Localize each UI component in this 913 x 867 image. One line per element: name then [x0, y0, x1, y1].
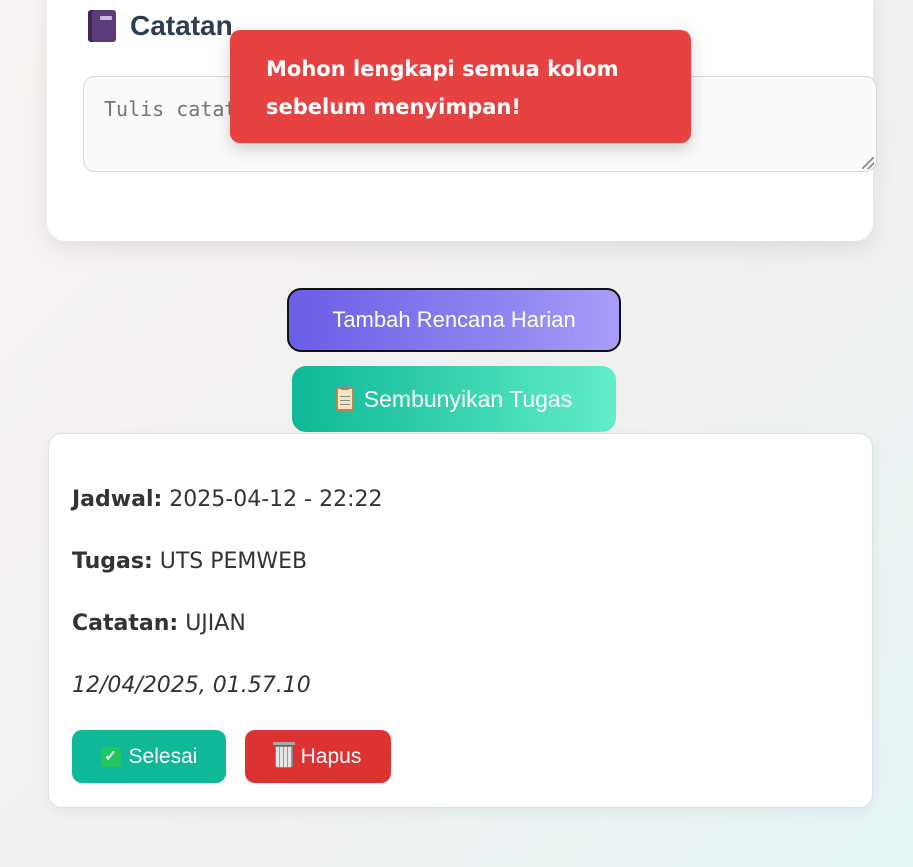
error-toast: Mohon lengkapi semua kolom sebelum menyi… — [230, 30, 691, 143]
schedule-value: 2025-04-12 - 22:22 — [169, 487, 383, 512]
mark-done-button[interactable]: ✓ Selesai — [72, 730, 226, 783]
notes-label: Catatan: — [72, 611, 179, 636]
toast-message: Mohon lengkapi semua kolom sebelum menyi… — [266, 57, 619, 119]
task-notes-row: Catatan: UJIAN — [72, 611, 246, 636]
delete-label: Hapus — [300, 744, 362, 768]
done-label: Selesai — [128, 744, 198, 768]
clipboard-icon — [335, 385, 354, 411]
book-icon — [88, 10, 116, 42]
hide-tasks-button[interactable]: Sembunyikan Tugas — [292, 366, 616, 432]
task-timestamp: 12/04/2025, 01.57.10 — [72, 673, 311, 698]
notes-section-title: Catatan — [88, 10, 233, 42]
task-schedule-row: Jadwal: 2025-04-12 - 22:22 — [72, 487, 382, 512]
check-icon: ✓ — [100, 746, 121, 767]
section-title-text: Catatan — [130, 10, 233, 41]
textarea-resize-handle[interactable] — [862, 157, 874, 169]
notes-value: UJIAN — [185, 611, 246, 636]
add-daily-plan-button[interactable]: Tambah Rencana Harian — [287, 288, 621, 352]
trash-icon — [272, 741, 295, 768]
task-label: Tugas: — [72, 549, 153, 574]
schedule-label: Jadwal: — [72, 487, 163, 512]
task-name-row: Tugas: UTS PEMWEB — [72, 549, 307, 574]
delete-button[interactable]: Hapus — [245, 730, 391, 783]
hide-tasks-label: Sembunyikan Tugas — [363, 385, 573, 412]
task-value: UTS PEMWEB — [159, 549, 308, 574]
